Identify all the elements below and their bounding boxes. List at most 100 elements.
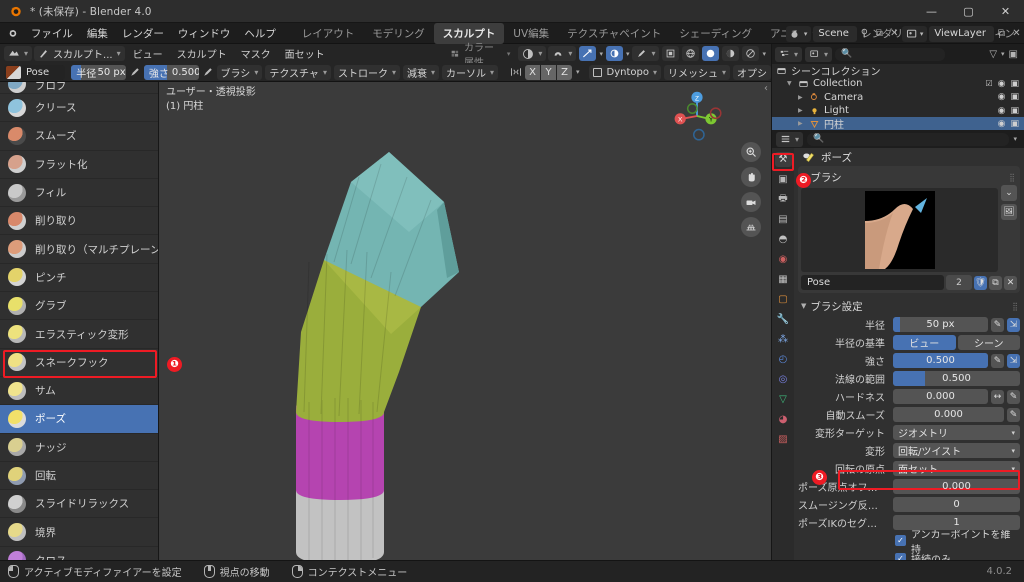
snap-magnet-button[interactable]: ▾	[548, 46, 576, 61]
chevron-down-icon[interactable]: ▼	[787, 80, 794, 87]
tool-9[interactable]: エラスティック変形	[0, 320, 158, 348]
radius-slider[interactable]: 半径 50 px	[71, 65, 126, 80]
menu-mask[interactable]: マスク	[235, 46, 277, 61]
tool-5[interactable]: 削り取り	[0, 207, 158, 235]
symmetry-y-toggle[interactable]: Y	[541, 65, 556, 80]
shading-wireframe-button[interactable]	[662, 46, 679, 61]
properties-search-input[interactable]: 🔍	[807, 133, 1009, 146]
setting-slider[interactable]: 0.500	[893, 353, 988, 368]
delete-scene-icon[interactable]: ✕	[887, 26, 902, 42]
new-collection-icon[interactable]: ▣	[1009, 49, 1018, 60]
grid-icon[interactable]	[741, 217, 761, 237]
setting-segment-0[interactable]: ビュー	[893, 335, 956, 350]
3d-viewport[interactable]: ユーザー・透視投影 (1) 円柱	[159, 82, 771, 560]
dyntopo-checkbox-icon[interactable]	[593, 68, 602, 77]
brush-preview-image-icon[interactable]: 🖼	[1001, 204, 1017, 220]
menu-help[interactable]: ヘルプ	[237, 24, 283, 43]
sculpt-toolbar[interactable]: ブロブクリーススムーズフラット化フィル削り取り削り取り（マルチプレーン）ピンチグ…	[0, 82, 159, 560]
workspace-tab-layout[interactable]: レイアウト	[293, 23, 364, 44]
tool-0[interactable]: ブロブ	[0, 82, 158, 94]
workspace-tab-texturepaint[interactable]: テクスチャペイント	[558, 23, 670, 44]
shading-sphere-button[interactable]: ▾	[518, 46, 546, 61]
pen-pressure-icon[interactable]: ✎	[991, 354, 1004, 368]
render-tab[interactable]: ▣	[775, 172, 792, 187]
pen-pressure-icon[interactable]: ✎	[1007, 408, 1020, 422]
navigation-gizmo[interactable]: Z X Y	[669, 88, 725, 144]
viewlayer-name-field[interactable]: ViewLayer	[929, 26, 994, 42]
chevron-right-icon[interactable]: ▶	[798, 107, 805, 114]
tool-13[interactable]: ナッジ	[0, 434, 158, 462]
editor-type-button[interactable]: ▾	[4, 46, 32, 61]
filter-icon[interactable]: ▽	[989, 49, 997, 60]
tool-15[interactable]: スライドリラックス	[0, 490, 158, 518]
setting-slider[interactable]: 0.000	[893, 407, 1004, 422]
active-brush-field[interactable]: Pose	[4, 65, 65, 80]
setting-dropdown[interactable]: 回転/ツイスト▾	[893, 443, 1020, 458]
pen-pressure-icon[interactable]: ✎	[991, 318, 1004, 332]
outliner-row-4[interactable]: ▶円柱◉▣	[772, 117, 1024, 130]
camera-render-icon[interactable]: ▣	[1010, 106, 1019, 116]
brush-settings-header[interactable]: ▼ ブラシ設定 ⣿	[798, 298, 1020, 314]
tool-8[interactable]: グラブ	[0, 292, 158, 320]
setting-slider[interactable]: 0.000	[893, 389, 988, 404]
symmetry-icon[interactable]	[509, 66, 523, 78]
stroke-menu[interactable]: ストローク▾	[334, 65, 400, 80]
collection-tab[interactable]: ▦	[775, 272, 792, 287]
tool-4[interactable]: フィル	[0, 179, 158, 207]
pen-tilt-icon[interactable]: ⇲	[1007, 318, 1020, 332]
workspace-tab-modeling[interactable]: モデリング	[363, 23, 434, 44]
options-menu[interactable]: オプシ	[733, 65, 771, 80]
arrows-icon[interactable]: ↔	[991, 390, 1004, 404]
tool-16[interactable]: 境界	[0, 518, 158, 546]
setting-slider[interactable]: 0.000	[893, 479, 1020, 494]
shading-preview-button[interactable]	[722, 46, 739, 61]
viewlayer-tab[interactable]: ▤	[775, 212, 792, 227]
delete-viewlayer-icon[interactable]: ✕	[1009, 26, 1024, 42]
brush-preview-expand-icon[interactable]: ⌄	[1001, 185, 1017, 201]
properties-options-chevron-down-icon[interactable]: ▾	[1013, 135, 1020, 143]
new-viewlayer-icon[interactable]: ⧉	[994, 26, 1009, 42]
tool-tab[interactable]: ⚒	[775, 152, 792, 167]
setting-slider[interactable]: 50 px	[893, 317, 988, 332]
menu-file[interactable]: ファイル	[24, 24, 80, 43]
camera-render-icon[interactable]: ▣	[1010, 119, 1019, 129]
checkbox-icon[interactable]: ☑	[985, 79, 992, 88]
tool-11[interactable]: サム	[0, 377, 158, 405]
pin-scene-icon[interactable]: ⚲	[857, 26, 872, 42]
pen-pressure-icon[interactable]: ✎	[1007, 390, 1020, 404]
menu-sculpt[interactable]: スカルプト	[171, 46, 233, 61]
symmetry-z-toggle[interactable]: Z	[557, 65, 572, 80]
checkbox-icon[interactable]: ✓	[895, 535, 906, 546]
scene-name-field[interactable]: Scene	[813, 26, 857, 42]
annotate-button[interactable]: ▾	[632, 46, 659, 61]
outliner-row-3[interactable]: ▶Light◉▣	[772, 104, 1024, 117]
modifier-tab[interactable]: 🔧	[775, 312, 792, 327]
setting-slider[interactable]: 1	[893, 515, 1020, 530]
strength-pen-pressure-icon[interactable]	[202, 65, 214, 80]
data-tab[interactable]: ▽	[775, 392, 792, 407]
setting-slider[interactable]: 0.500	[893, 371, 1020, 386]
eye-icon[interactable]: ◉	[998, 106, 1006, 116]
workspace-tab-uvediting[interactable]: UV編集	[504, 23, 558, 44]
eye-icon[interactable]: ◉	[998, 119, 1006, 129]
brush-datablock-name[interactable]: Pose	[801, 275, 944, 290]
tool-2[interactable]: スムーズ	[0, 122, 158, 150]
chevron-right-icon[interactable]: ▶	[798, 120, 805, 127]
zoom-icon[interactable]	[741, 142, 761, 162]
camera-icon[interactable]	[741, 192, 761, 212]
constraints-tab[interactable]: ◎	[775, 372, 792, 387]
world-tab[interactable]: ◉	[775, 252, 792, 267]
texture-tab[interactable]: ▨	[775, 432, 792, 447]
menu-view[interactable]: ビュー	[127, 46, 169, 61]
checkbox-icon[interactable]: ✓	[895, 553, 906, 560]
unlink-brush-icon[interactable]: ✕	[1004, 276, 1017, 290]
strength-slider[interactable]: 強さ 0.500	[144, 65, 199, 80]
shading-material-button[interactable]	[702, 46, 719, 61]
outliner-row-0[interactable]: シーンコレクション	[772, 64, 1024, 77]
workspace-tab-shading[interactable]: シェーディング	[670, 23, 761, 44]
dyntopo-toggle[interactable]: Dyntopo ▾	[589, 65, 661, 80]
pen-tilt-icon[interactable]: ⇲	[1007, 354, 1020, 368]
fake-user-shield-icon[interactable]: 🛡	[974, 276, 987, 290]
tool-7[interactable]: ピンチ	[0, 264, 158, 292]
mode-selector[interactable]: スカルプト... ▾	[34, 46, 125, 61]
